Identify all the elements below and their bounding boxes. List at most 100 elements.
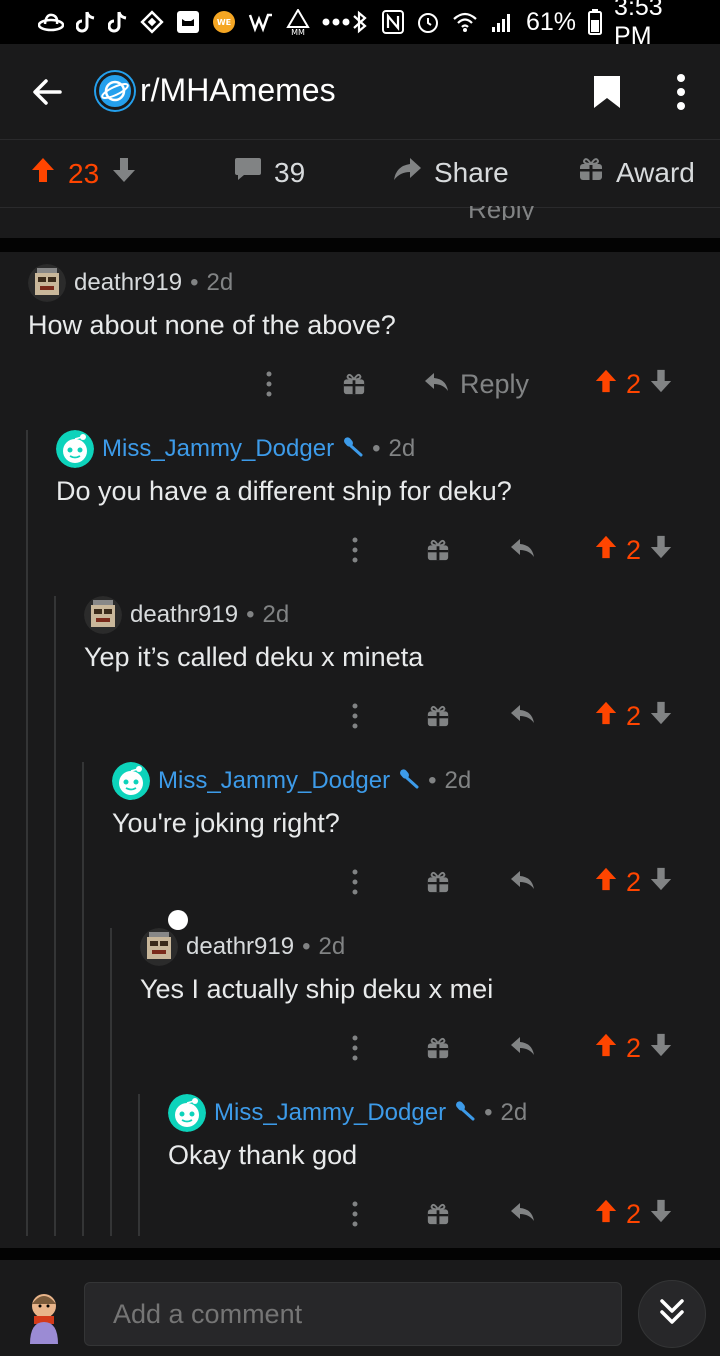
comment-body: Okay thank god — [168, 1140, 358, 1170]
comment-composer-bar — [0, 1260, 720, 1356]
downvote-arrow-icon[interactable] — [649, 1198, 673, 1231]
more-options-icon[interactable] — [350, 1028, 360, 1068]
bluetooth-icon — [350, 10, 370, 34]
vote-count: 2 — [626, 534, 642, 565]
svg-text:WE: WE — [217, 18, 231, 27]
gift-icon[interactable] — [342, 364, 368, 404]
username[interactable]: deathr919 — [130, 601, 238, 629]
avatar[interactable] — [140, 928, 178, 966]
username[interactable]: Miss_Jammy_Dodger — [214, 1099, 446, 1127]
reply-arrow-icon — [510, 535, 536, 566]
vote-count: 2 — [626, 1032, 642, 1063]
wifi-icon — [452, 11, 478, 33]
post-action-bar: 23 39 Share Award — [0, 140, 720, 208]
comment-body: How about none of the above? — [28, 310, 396, 340]
avatar[interactable] — [28, 264, 66, 302]
comment-header: deathr919 • 2d — [140, 928, 345, 966]
alarm-icon — [416, 10, 440, 34]
upvote-arrow-icon[interactable] — [30, 156, 56, 191]
comment-header: Miss_Jammy_Dodger • 2d — [168, 1094, 528, 1132]
gift-icon[interactable] — [426, 1028, 452, 1068]
post-vote-controls: 23 — [30, 156, 137, 191]
comment-body: Yes I actually ship deku x mei — [140, 974, 494, 1004]
upvote-arrow-icon[interactable] — [594, 534, 618, 567]
timestamp: 2d — [500, 1099, 528, 1126]
vote-controls: 2 — [594, 862, 673, 902]
upvote-arrow-icon[interactable] — [594, 368, 618, 401]
reply-button[interactable] — [510, 1194, 536, 1234]
upvote-arrow-icon[interactable] — [594, 1198, 618, 1231]
more-options-icon[interactable] — [350, 1194, 360, 1234]
tiktok-icon — [108, 10, 128, 34]
next-comment-button[interactable] — [638, 1280, 706, 1348]
status-bar: WE MM 61% 3:53 PM — [0, 0, 720, 50]
more-options-icon[interactable] — [350, 696, 360, 736]
more-options-icon[interactable] — [350, 862, 360, 902]
bookmark-icon[interactable] — [592, 74, 622, 110]
username[interactable]: Miss_Jammy_Dodger — [158, 767, 390, 795]
comment-actions: 2 — [0, 1028, 720, 1068]
reply-button[interactable] — [510, 530, 536, 570]
timestamp: 2d — [262, 601, 290, 628]
downvote-arrow-icon[interactable] — [649, 534, 673, 567]
timestamp: 2d — [206, 269, 234, 296]
battery-icon — [588, 9, 603, 35]
user-avatar[interactable] — [22, 1286, 66, 1346]
username[interactable]: Miss_Jammy_Dodger — [102, 435, 334, 463]
downvote-arrow-icon[interactable] — [649, 866, 673, 899]
downvote-arrow-icon[interactable] — [649, 368, 673, 401]
comment-actions: 2 — [0, 530, 720, 570]
reply-arrow-icon — [510, 701, 536, 732]
microphone-badge-icon — [454, 1099, 476, 1128]
award-button[interactable]: Award — [578, 156, 695, 189]
more-options-icon[interactable] — [264, 364, 274, 404]
downvote-arrow-icon[interactable] — [111, 156, 137, 191]
upvote-arrow-icon[interactable] — [594, 1032, 618, 1065]
gift-icon[interactable] — [426, 1194, 452, 1234]
share-button[interactable]: Share — [392, 156, 509, 189]
comment-input[interactable] — [84, 1282, 622, 1346]
gift-icon[interactable] — [426, 862, 452, 902]
notification-dot — [168, 910, 188, 930]
avatar[interactable] — [168, 1094, 206, 1132]
reply-button[interactable] — [510, 862, 536, 902]
gift-icon[interactable] — [426, 696, 452, 736]
avatar[interactable] — [112, 762, 150, 800]
back-arrow-icon[interactable] — [30, 74, 66, 110]
comments-button[interactable]: 39 — [234, 156, 305, 189]
reply-button[interactable] — [510, 1028, 536, 1068]
reply-button[interactable]: Reply — [424, 364, 529, 404]
vote-count: 2 — [626, 368, 642, 399]
we-icon: WE — [212, 10, 236, 34]
comment-header: deathr919 • 2d — [28, 264, 234, 302]
reply-arrow-icon — [510, 1033, 536, 1064]
gift-icon — [578, 156, 604, 189]
downvote-arrow-icon[interactable] — [649, 1032, 673, 1065]
more-dots-icon — [322, 18, 350, 26]
comment-actions: 2 — [0, 1194, 720, 1234]
upvote-arrow-icon[interactable] — [594, 700, 618, 733]
comment-count: 39 — [274, 156, 306, 188]
top-app-bar: r/MHAmemes — [0, 44, 720, 140]
notification-icons: WE MM — [38, 9, 350, 35]
comment-bubble-icon — [234, 156, 262, 189]
gift-icon[interactable] — [426, 530, 452, 570]
avatar[interactable] — [56, 430, 94, 468]
comment-header: Miss_Jammy_Dodger • 2d — [112, 762, 471, 800]
upvote-arrow-icon[interactable] — [594, 866, 618, 899]
comment-body: You're joking right? — [112, 808, 340, 838]
section-divider — [0, 238, 720, 252]
username[interactable]: deathr919 — [74, 269, 182, 297]
avatar[interactable] — [84, 596, 122, 634]
more-options-icon[interactable] — [350, 530, 360, 570]
more-options-icon[interactable] — [672, 72, 690, 112]
reply-button[interactable] — [510, 696, 536, 736]
username[interactable]: deathr919 — [186, 933, 294, 961]
vote-controls: 2 — [594, 696, 673, 736]
separator-dot: • — [372, 435, 381, 462]
subreddit-name[interactable]: r/MHAmemes — [140, 72, 336, 109]
hat-icon — [38, 12, 64, 32]
subreddit-icon[interactable] — [96, 72, 134, 110]
downvote-arrow-icon[interactable] — [649, 700, 673, 733]
nfc-icon — [382, 10, 404, 34]
